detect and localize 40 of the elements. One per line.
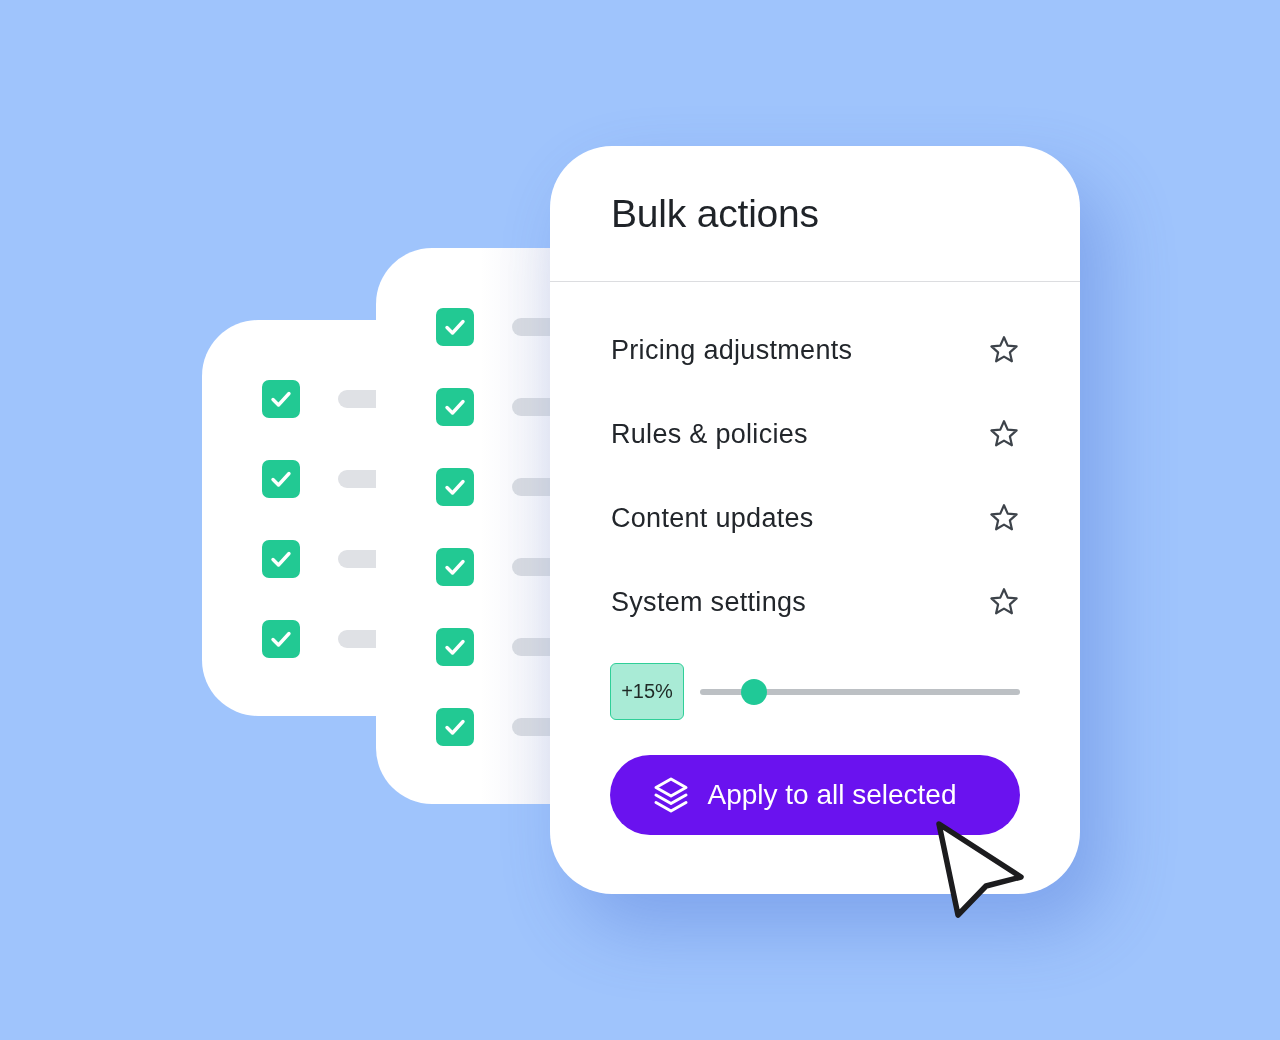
text-placeholder-bar	[338, 630, 376, 648]
checkmark-icon	[444, 638, 466, 656]
apply-button[interactable]: Apply to all selected	[610, 755, 1020, 835]
checkbox[interactable]	[436, 708, 474, 746]
checkmark-icon	[270, 630, 292, 648]
checkbox[interactable]	[436, 548, 474, 586]
text-placeholder-bar	[512, 478, 550, 496]
checkmark-icon	[444, 718, 466, 736]
action-label[interactable]: Content updates	[611, 502, 814, 534]
checkbox[interactable]	[262, 540, 300, 578]
slider-thumb[interactable]	[741, 678, 768, 705]
checkmark-icon	[270, 390, 292, 408]
text-placeholder-bar	[512, 638, 550, 656]
checkbox[interactable]	[262, 460, 300, 498]
checkbox[interactable]	[436, 308, 474, 346]
panel-title: Bulk actions	[611, 191, 819, 236]
action-label[interactable]: System settings	[611, 586, 807, 618]
text-placeholder-bar	[512, 398, 550, 416]
text-placeholder-bar	[338, 550, 376, 568]
action-label[interactable]: Rules & policies	[611, 418, 808, 450]
checkmark-icon	[444, 398, 466, 416]
text-placeholder-bar	[338, 470, 376, 488]
percentage-value: +15%	[610, 663, 684, 720]
text-placeholder-bar	[512, 718, 550, 736]
text-placeholder-bar	[512, 318, 550, 336]
checkmark-icon	[444, 478, 466, 496]
checkbox[interactable]	[262, 380, 300, 418]
layers-icon	[653, 776, 690, 814]
slider-track[interactable]	[700, 678, 1020, 705]
checkbox[interactable]	[436, 468, 474, 506]
text-placeholder-bar	[512, 558, 550, 576]
checkmark-icon	[270, 470, 292, 488]
checkmark-icon	[444, 558, 466, 576]
action-label[interactable]: Pricing adjustments	[611, 334, 853, 366]
checkbox[interactable]	[262, 620, 300, 658]
checkmark-icon	[270, 550, 292, 568]
checkmark-icon	[444, 318, 466, 336]
checkbox[interactable]	[436, 628, 474, 666]
checkbox[interactable]	[436, 388, 474, 426]
text-placeholder-bar	[338, 390, 376, 408]
